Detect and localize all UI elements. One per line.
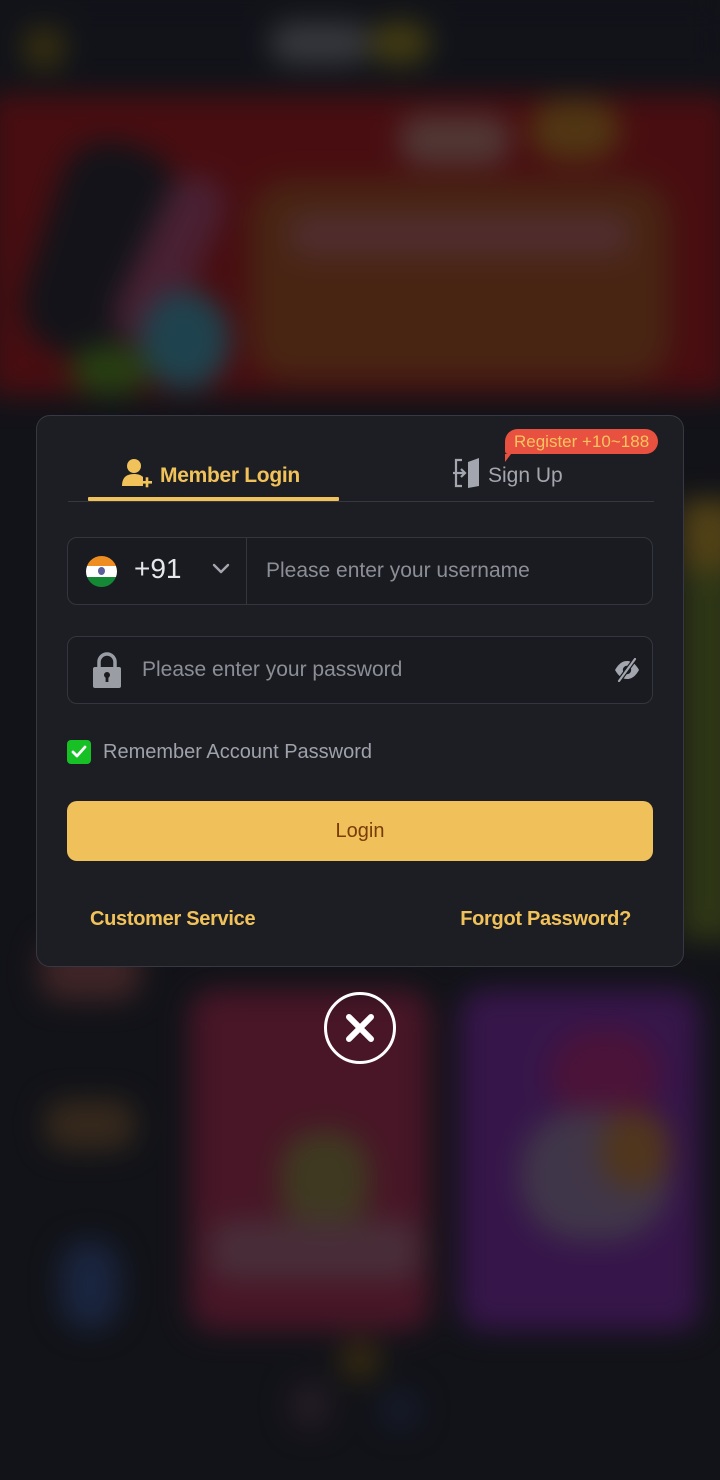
auth-tabs: Member Login Sign Up Register +10~188 bbox=[68, 416, 659, 502]
login-dialog: Member Login Sign Up Register +10~188 +9… bbox=[36, 415, 684, 967]
password-input[interactable] bbox=[142, 637, 602, 703]
door-enter-icon bbox=[452, 457, 482, 495]
chevron-down-icon bbox=[212, 562, 230, 580]
lock-icon bbox=[92, 652, 122, 693]
close-icon bbox=[346, 1014, 374, 1042]
tab-sign-up-label: Sign Up bbox=[488, 464, 563, 487]
country-code-value: +91 bbox=[134, 553, 182, 584]
checkbox-checked[interactable] bbox=[67, 740, 91, 764]
username-field: +91 bbox=[67, 537, 653, 605]
india-flag-icon bbox=[86, 556, 117, 587]
login-button[interactable]: Login bbox=[67, 801, 653, 861]
tab-sign-up[interactable]: Sign Up bbox=[452, 456, 563, 496]
customer-service-link[interactable]: Customer Service bbox=[90, 908, 256, 931]
remember-password-checkbox[interactable]: Remember Account Password bbox=[67, 739, 372, 765]
tab-member-login-label: Member Login bbox=[160, 464, 300, 487]
remember-password-label: Remember Account Password bbox=[103, 740, 373, 763]
password-field bbox=[67, 636, 653, 704]
forgot-password-link[interactable]: Forgot Password? bbox=[460, 908, 631, 931]
login-screen: Member Login Sign Up Register +10~188 +9… bbox=[0, 0, 720, 1480]
active-tab-indicator bbox=[88, 497, 339, 501]
username-input[interactable] bbox=[266, 538, 636, 604]
user-plus-icon bbox=[122, 458, 154, 494]
tab-member-login[interactable]: Member Login bbox=[122, 456, 300, 496]
country-code-select[interactable]: +91 bbox=[68, 538, 247, 604]
close-dialog-button[interactable] bbox=[324, 992, 396, 1064]
eye-off-icon[interactable] bbox=[614, 657, 640, 687]
register-bonus-badge: Register +10~188 bbox=[505, 429, 659, 462]
checkmark-icon bbox=[71, 745, 87, 758]
